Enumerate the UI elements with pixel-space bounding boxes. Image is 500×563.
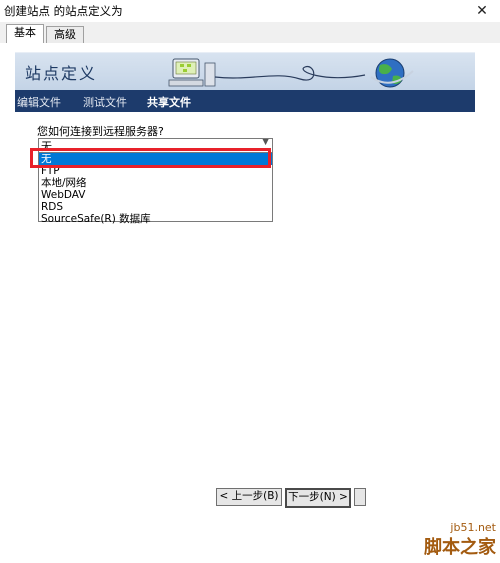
watermark: jb51.net 脚本之家 xyxy=(400,505,500,563)
globe-icon xyxy=(370,58,414,88)
option-webdav[interactable]: WebDAV xyxy=(39,189,272,201)
back-button[interactable]: < 上一步(B) xyxy=(216,488,282,506)
nav-share-files[interactable]: 共享文件 xyxy=(147,94,191,110)
window-title: 创建站点 的站点定义为 xyxy=(4,4,123,18)
tab-basic[interactable]: 基本 xyxy=(6,24,44,45)
nav-edit-files[interactable]: 编辑文件 xyxy=(17,94,61,110)
tab-strip: 基本 高级 xyxy=(0,22,500,45)
remote-server-question: 您如何连接到远程服务器? xyxy=(37,125,164,138)
network-computer-icon xyxy=(168,58,414,88)
close-icon[interactable]: ✕ xyxy=(464,0,500,22)
option-local-network[interactable]: 本地/网络 xyxy=(39,177,272,189)
highlight-box xyxy=(30,148,271,168)
wizard-nav: 编辑文件 测试文件 共享文件 xyxy=(15,90,475,112)
next-button[interactable]: 下一步(N) > xyxy=(285,488,351,508)
wizard-banner: 站点定义 xyxy=(15,52,475,91)
cancel-button[interactable] xyxy=(354,488,366,506)
tab-advanced[interactable]: 高级 xyxy=(46,26,84,44)
option-rds[interactable]: RDS xyxy=(39,201,272,213)
option-sourcesafe[interactable]: SourceSafe(R) 数据库 xyxy=(39,213,272,225)
main-panel: 站点定义 编辑文件 测试文件 共享文件 您如何连接到远程服务器? 无 ▼ 无 F… xyxy=(0,43,500,558)
dropdown-arrow-icon[interactable]: ▼ xyxy=(262,139,269,147)
nav-test-files[interactable]: 测试文件 xyxy=(83,94,127,110)
banner-title: 站点定义 xyxy=(25,64,98,83)
watermark-brand: 脚本之家 xyxy=(424,537,496,558)
title-bar: 创建站点 的站点定义为 ✕ xyxy=(0,0,500,23)
